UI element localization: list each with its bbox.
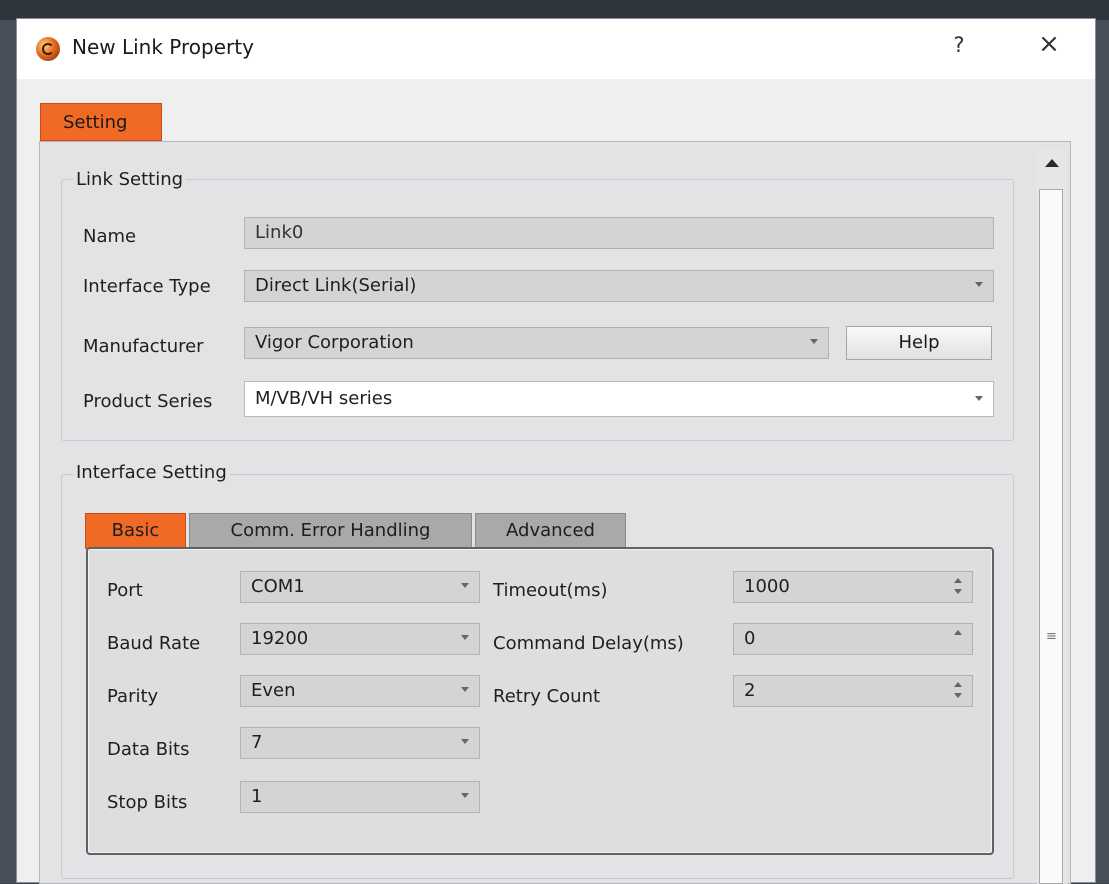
spinner-up-icon[interactable] xyxy=(954,630,962,648)
timeout-value: 1000 xyxy=(744,576,790,597)
baud-rate-label: Baud Rate xyxy=(107,633,201,654)
new-link-property-dialog: New Link Property ? × Setting ≡ Link Set… xyxy=(16,18,1096,884)
chevron-down-icon xyxy=(810,339,818,344)
port-value: COM1 xyxy=(251,576,305,597)
chevron-down-icon xyxy=(975,282,983,287)
interface-type-value: Direct Link(Serial) xyxy=(255,275,417,296)
tab-setting[interactable]: Setting xyxy=(40,103,162,141)
data-bits-value: 7 xyxy=(251,732,263,753)
parity-label: Parity xyxy=(107,686,159,707)
spinner-arrows-icon[interactable] xyxy=(954,682,962,700)
background-left-edge xyxy=(0,20,16,883)
product-series-value: M/VB/VH series xyxy=(255,388,393,409)
retry-count-label: Retry Count xyxy=(493,686,601,707)
command-delay-label: Command Delay(ms) xyxy=(493,633,684,654)
chevron-down-icon xyxy=(461,739,469,744)
tab-basic[interactable]: Basic xyxy=(85,513,186,549)
chevron-down-icon xyxy=(461,793,469,798)
parity-select[interactable]: Even xyxy=(240,675,480,707)
command-delay-value: 0 xyxy=(744,628,756,649)
chevron-down-icon xyxy=(461,687,469,692)
background-right-edge xyxy=(1096,20,1109,883)
manufacturer-select[interactable]: Vigor Corporation xyxy=(244,327,829,359)
name-label: Name xyxy=(83,226,137,247)
scrollbar-grip-icon: ≡ xyxy=(1046,629,1057,644)
stop-bits-label: Stop Bits xyxy=(107,792,188,813)
retry-count-spinbox[interactable]: 2 xyxy=(733,675,973,707)
close-button[interactable]: × xyxy=(1033,29,1065,65)
title-bar: New Link Property ? × xyxy=(17,19,1095,79)
link-setting-title: Link Setting xyxy=(73,169,187,191)
stop-bits-select[interactable]: 1 xyxy=(240,781,480,813)
tab-setting-label: Setting xyxy=(63,112,128,133)
name-field[interactable]: Link0 xyxy=(244,217,994,249)
product-series-select[interactable]: M/VB/VH series xyxy=(244,381,994,417)
retry-count-value: 2 xyxy=(744,680,756,701)
spinner-arrows-icon[interactable] xyxy=(954,578,962,596)
timeout-label: Timeout(ms) xyxy=(493,580,608,601)
manufacturer-value: Vigor Corporation xyxy=(255,332,414,353)
port-label: Port xyxy=(107,580,143,601)
manufacturer-label: Manufacturer xyxy=(83,336,204,357)
interface-setting-title: Interface Setting xyxy=(73,462,230,484)
app-logo-icon xyxy=(36,37,60,61)
data-bits-select[interactable]: 7 xyxy=(240,727,480,759)
port-select[interactable]: COM1 xyxy=(240,571,480,603)
interface-type-select[interactable]: Direct Link(Serial) xyxy=(244,270,994,302)
chevron-down-icon xyxy=(461,583,469,588)
product-series-label: Product Series xyxy=(83,391,213,412)
vertical-scrollbar[interactable]: ≡ xyxy=(1037,149,1067,884)
parity-value: Even xyxy=(251,680,296,701)
baud-rate-value: 19200 xyxy=(251,628,309,649)
tab-comm-error-handling[interactable]: Comm. Error Handling xyxy=(189,513,472,549)
data-bits-label: Data Bits xyxy=(107,739,190,760)
timeout-spinbox[interactable]: 1000 xyxy=(733,571,973,603)
command-delay-spinbox[interactable]: 0 xyxy=(733,623,973,655)
help-button[interactable]: Help xyxy=(846,326,992,360)
help-question-button[interactable]: ? xyxy=(947,33,971,63)
stop-bits-value: 1 xyxy=(251,786,263,807)
scroll-up-arrow-icon[interactable] xyxy=(1045,159,1059,167)
interface-type-label: Interface Type xyxy=(83,276,211,297)
baud-rate-select[interactable]: 19200 xyxy=(240,623,480,655)
background-desktop-strip xyxy=(0,0,1109,20)
scrollbar-thumb[interactable]: ≡ xyxy=(1039,189,1063,884)
tab-advanced[interactable]: Advanced xyxy=(475,513,626,549)
window-title: New Link Property xyxy=(72,35,254,59)
chevron-down-icon xyxy=(461,635,469,640)
chevron-down-icon xyxy=(975,396,983,401)
